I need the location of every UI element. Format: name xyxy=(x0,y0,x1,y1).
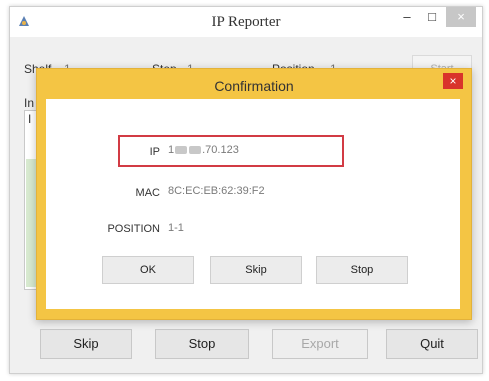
redacted-mask xyxy=(189,146,202,155)
quit-button[interactable]: Quit xyxy=(386,329,478,359)
ok-button[interactable]: OK xyxy=(102,256,194,284)
skip-button[interactable]: Skip xyxy=(40,329,132,359)
mac-label: MAC xyxy=(135,187,160,199)
close-button[interactable]: × xyxy=(446,7,476,27)
info-line: I xyxy=(28,112,32,126)
redacted-mask xyxy=(175,146,188,155)
mac-value: 8C:EC:EB:62:39:F2 xyxy=(168,185,265,197)
minimize-button[interactable]: – xyxy=(394,7,420,27)
position-label: POSITION xyxy=(107,223,160,235)
ip-label: IP xyxy=(149,146,160,158)
maximize-button[interactable]: □ xyxy=(419,7,445,27)
export-button[interactable]: Export xyxy=(272,329,368,359)
dialog-body: IP 1 .70.123 MAC 8C:EC:EB:62:39:F2 POSITI… xyxy=(46,99,460,309)
ip-value: 1 .70.123 xyxy=(168,144,239,156)
info-label: In xyxy=(24,96,35,110)
dialog-title: Confirmation xyxy=(214,78,294,94)
ip-value-suffix: .70.123 xyxy=(202,144,239,156)
position-value: 1-1 xyxy=(168,222,184,234)
dialog-skip-button[interactable]: Skip xyxy=(210,256,302,284)
confirmation-dialog: Confirmation × IP 1 .70.123 MAC 8C:EC:EB:… xyxy=(36,68,472,320)
ip-value-prefix: 1 xyxy=(168,144,175,156)
main-titlebar: IP Reporter – □ × xyxy=(10,7,482,37)
dialog-stop-button[interactable]: Stop xyxy=(316,256,408,284)
dialog-close-button[interactable]: × xyxy=(443,73,463,89)
stop-button[interactable]: Stop xyxy=(155,329,249,359)
